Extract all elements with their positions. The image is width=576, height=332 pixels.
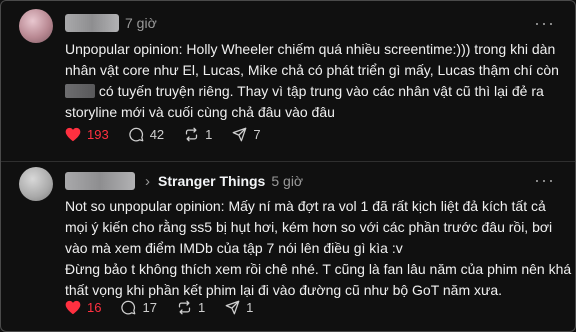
comment-button[interactable]: 42	[129, 127, 164, 142]
share-button[interactable]: 7	[232, 126, 261, 142]
avatar[interactable]	[19, 167, 53, 201]
timestamp: 7 giờ	[125, 15, 157, 31]
post[interactable]: › Stranger Things 5 giờ ··· Not so unpop…	[1, 162, 575, 331]
share-count: 7	[253, 126, 261, 142]
post-header: 7 giờ	[65, 12, 157, 34]
like-count: 16	[87, 299, 102, 315]
repost-count: 1	[205, 126, 213, 142]
repost-icon	[186, 127, 198, 141]
post-text-line: mọi ý kiến cho rằng ss5 bị hụt hơi, kém …	[65, 219, 553, 235]
action-bar: 16 17 1 1	[65, 297, 273, 317]
post[interactable]: 7 giờ ··· Unpopular opinion: Holly Wheel…	[1, 1, 575, 161]
post-text-line: storyline mới và cuối cùng chả đâu vào đ…	[65, 104, 335, 120]
heart-icon	[65, 127, 81, 141]
share-button[interactable]: 1	[225, 300, 253, 315]
timestamp: 5 giờ	[271, 173, 304, 189]
post-text: Not so unpopular opinion: Mấy ní mà đợt …	[65, 196, 572, 301]
repost-icon	[178, 300, 191, 314]
username-redacted[interactable]	[65, 14, 119, 32]
repost-button[interactable]: 1	[184, 127, 212, 142]
post-text-line: có tuyến truyện riêng. Thay vì tập trung…	[65, 81, 551, 102]
repost-count: 1	[197, 299, 206, 315]
like-button[interactable]: 16	[65, 300, 101, 315]
post-text-segment: có tuyến truyện riêng. Thay vì tập trung…	[98, 83, 544, 99]
post-text-line: nhân vật core như El, Lucas, Mike chả có…	[65, 62, 559, 78]
post-text-line: vào mà xem điểm IMDb của tập 7 nói lên đ…	[65, 240, 403, 256]
comment-icon	[121, 300, 136, 314]
share-icon	[225, 300, 240, 314]
action-bar: 193 42 1 7	[65, 124, 281, 144]
post-text-line: Not so unpopular opinion: Mấy ní mà đợt …	[65, 198, 546, 214]
post-header: › Stranger Things 5 giờ	[65, 170, 303, 192]
post-text-line: Đừng bảo t không thích xem rồi chê nhé. …	[65, 261, 572, 277]
heart-icon	[65, 300, 81, 314]
avatar[interactable]	[19, 9, 53, 43]
feed: 7 giờ ··· Unpopular opinion: Holly Wheel…	[0, 0, 576, 332]
redacted-text	[65, 84, 95, 98]
like-count: 193	[87, 126, 109, 142]
comment-count: 42	[149, 126, 165, 142]
comment-count: 17	[142, 299, 157, 315]
post-text: Unpopular opinion: Holly Wheeler chiếm q…	[65, 39, 559, 123]
share-icon	[233, 127, 247, 141]
comment-icon	[129, 127, 144, 141]
community-name[interactable]: Stranger Things	[158, 173, 265, 189]
post-text-line: Unpopular opinion: Holly Wheeler chiếm q…	[65, 41, 556, 57]
chevron-right-icon: ›	[145, 172, 150, 190]
more-icon[interactable]: ···	[534, 170, 555, 191]
share-count: 1	[246, 299, 254, 315]
username-redacted[interactable]	[65, 172, 135, 190]
more-icon[interactable]: ···	[534, 13, 555, 34]
comment-button[interactable]: 17	[121, 299, 157, 315]
repost-button[interactable]: 1	[177, 300, 205, 315]
like-button[interactable]: 193	[65, 127, 109, 142]
